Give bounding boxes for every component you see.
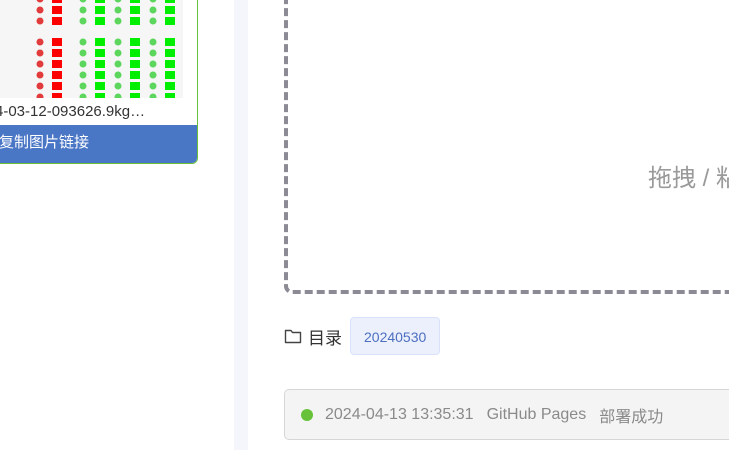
deploy-target: GitHub Pages [486,405,587,423]
copy-image-link-button[interactable]: 复制图片链接 [0,125,197,163]
upload-hint-text: 拖拽 / 粘 [648,165,729,192]
deploy-time: 2024-04-13 13:35:31 [325,405,474,423]
directory-row: 目录 20240530 [284,316,441,356]
image-thumbnail[interactable] [0,0,197,98]
directory-label: 目录 [308,328,342,348]
image-filename: 4-03-12-093626.9kg… [0,99,197,124]
directory-tag[interactable]: 20240530 [350,317,441,355]
image-card: 4-03-12-093626.9kg… 复制图片链接 [0,0,198,164]
column-divider [234,0,248,450]
page: 4-03-12-093626.9kg… 复制图片链接 拖拽 / 粘 目录 202… [0,0,729,450]
folder-icon [284,329,302,344]
deploy-status-bar: 2024-04-13 13:35:31 GitHub Pages 部署成功 [284,389,729,440]
deploy-result: 部署成功 [599,408,664,426]
upload-drop-zone[interactable] [284,0,729,294]
thumbnail-image [0,0,197,98]
status-dot-icon [301,408,313,421]
